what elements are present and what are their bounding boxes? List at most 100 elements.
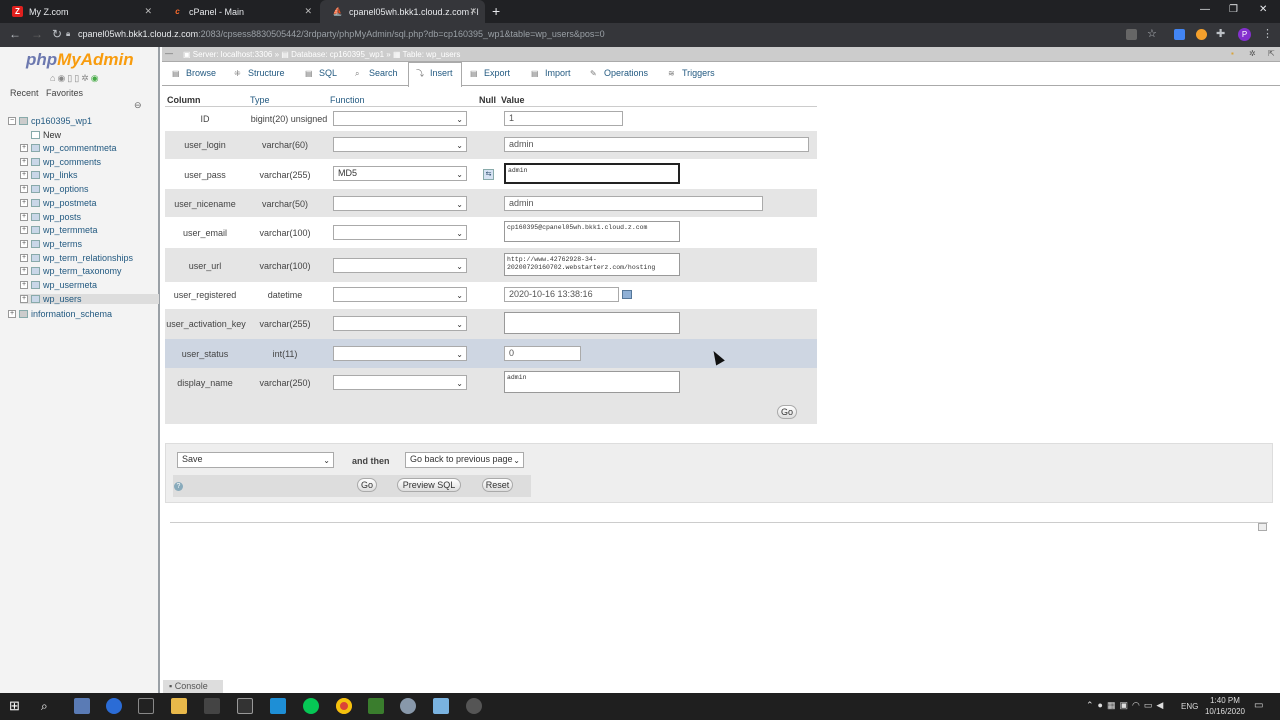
language-indicator[interactable]: ENG (1181, 702, 1198, 711)
expand-icon[interactable]: + (20, 185, 28, 194)
function-select[interactable]: ⌄ (333, 316, 467, 331)
system-tray[interactable]: ⌃●▦▣◠▭◀ (1086, 700, 1167, 711)
minimize-icon[interactable]: — (1200, 4, 1210, 15)
after-insert-select[interactable]: Go back to previous page ⌄ (405, 452, 524, 468)
function-select[interactable]: MD5 ⌄ (333, 166, 467, 181)
taskbar-screen-icon[interactable] (237, 698, 253, 714)
tab-triggers[interactable]: ≋ Triggers (668, 68, 715, 78)
function-select[interactable]: ⌄ (333, 225, 467, 240)
calendar-icon[interactable] (622, 290, 632, 299)
save-action-select[interactable]: Save ⌄ (177, 452, 334, 468)
sidebar-item-wp-posts[interactable]: + wp_posts (20, 212, 81, 222)
new-tab-icon[interactable]: + (492, 3, 500, 19)
value-input[interactable]: 0 (504, 346, 581, 361)
browser-tab-myz[interactable]: Z My Z.com ✕ (0, 0, 160, 23)
sidebar-item-wp-term-relationships[interactable]: + wp_term_relationships (20, 253, 133, 263)
taskbar-app-icon[interactable] (74, 698, 90, 714)
sidebar-item-wp-term-taxonomy[interactable]: + wp_term_taxonomy (20, 266, 122, 276)
tray-chevron-icon[interactable]: ⌃ (1086, 700, 1098, 710)
value-input[interactable]: admin (504, 137, 809, 152)
expand-icon[interactable]: + (20, 239, 28, 248)
forward-icon[interactable]: → (31, 27, 43, 41)
sidebar-item-wp-terms[interactable]: + wp_terms (20, 239, 82, 249)
logout-icon[interactable]: ◉ (57, 73, 67, 83)
window-close-icon[interactable]: ✕ (1259, 4, 1267, 15)
sidebar-item-wp-users[interactable]: + wp_users (20, 293, 159, 304)
lock-page-icon[interactable]: ▪ (1231, 49, 1234, 58)
puzzle-icon[interactable]: ✚ (1216, 27, 1225, 40)
tab-search[interactable]: ⌕ Search (355, 68, 398, 78)
expand-icon[interactable]: + (20, 144, 28, 152)
tab-sql[interactable]: ▤ SQL (305, 68, 337, 78)
nav-quick-icons[interactable]: ⌂◉▯▯✲◉ (50, 73, 101, 84)
reload-icon[interactable]: ↻ (52, 27, 62, 41)
sidebar-item-wp-comments[interactable]: + wp_comments (20, 157, 101, 167)
info-schema-item[interactable]: + information_schema (8, 309, 112, 319)
expand-icon[interactable]: + (20, 253, 28, 262)
settings-icon[interactable]: ✲ (81, 73, 91, 83)
console-toggle[interactable]: ▪ Console (163, 680, 223, 693)
mic-icon[interactable]: ● (1098, 700, 1107, 710)
go-button[interactable]: Go (777, 405, 797, 419)
function-select[interactable]: ⌄ (333, 258, 467, 273)
sidebar-item-wp-usermeta[interactable]: + wp_usermeta (20, 280, 97, 290)
clock[interactable]: 1:40 PM 10/16/2020 (1203, 695, 1247, 717)
page-settings-icon[interactable] (1258, 523, 1267, 531)
maximize-icon[interactable]: ❐ (1229, 4, 1238, 15)
sidebar-item-wp-links[interactable]: + wp_links (20, 170, 78, 180)
expand-icon[interactable]: + (20, 198, 28, 207)
breadcrumb-table[interactable]: Table: wp_users (403, 50, 461, 59)
submit-go-button[interactable]: Go (357, 478, 377, 492)
search-icon[interactable]: ⌕ (41, 699, 48, 714)
taskbar-chrome-icon[interactable] (336, 698, 352, 714)
favorites-tab[interactable]: Favorites (46, 88, 83, 98)
function-select[interactable]: ⌄ (333, 287, 467, 302)
tab-browse[interactable]: ▤ Browse (172, 68, 216, 78)
translate-icon[interactable] (1126, 29, 1137, 40)
value-input[interactable]: 1 (504, 111, 623, 126)
function-select[interactable]: ⌄ (333, 111, 467, 126)
value-textarea[interactable]: admin (504, 371, 680, 393)
tab-export[interactable]: ▤ Export (470, 68, 510, 78)
link-icon[interactable]: ⊖ (134, 100, 142, 111)
taskbar-app6-icon[interactable] (466, 698, 482, 714)
expand-icon[interactable]: + (20, 294, 28, 303)
reset-button[interactable]: Reset (482, 478, 513, 492)
sidebar-item-wp-termmeta[interactable]: + wp_termmeta (20, 225, 98, 235)
notifications-icon[interactable]: ▭ (1254, 700, 1263, 711)
expand-icon[interactable]: + (20, 157, 28, 166)
collapse-arrows-icon[interactable]: ⇱ (1268, 49, 1275, 58)
function-select[interactable]: ⌄ (333, 346, 467, 361)
close-icon[interactable]: ✕ (304, 6, 312, 17)
tab-import[interactable]: ▤ Import (531, 68, 571, 78)
function-select[interactable]: ⌄ (333, 196, 467, 211)
volume-icon[interactable]: ◀ (1156, 700, 1167, 710)
preview-sql-button[interactable]: Preview SQL (397, 478, 461, 492)
value-textarea[interactable]: admin (504, 163, 680, 184)
tray-app2-icon[interactable]: ▣ (1120, 700, 1133, 710)
sidebar-item-wp-options[interactable]: + wp_options (20, 184, 89, 194)
sidebar-item-wp-commentmeta[interactable]: + wp_commentmeta (20, 143, 117, 153)
profile-avatar[interactable]: P (1238, 28, 1251, 41)
taskbar-edge-icon[interactable] (106, 698, 122, 714)
tab-operations[interactable]: ✎ Operations (590, 68, 648, 78)
battery-icon[interactable]: ▭ (1144, 700, 1157, 710)
taskbar-app2-icon[interactable] (270, 698, 286, 714)
value-input[interactable]: admin (504, 196, 763, 211)
db-item[interactable]: − cp160395_wp1 (8, 116, 92, 126)
breadcrumb-server[interactable]: Server: localhost:3306 (193, 50, 273, 59)
expand-icon[interactable]: + (20, 212, 28, 221)
function-select[interactable]: ⌄ (333, 137, 467, 152)
extension-icon[interactable] (1174, 29, 1185, 40)
expand-icon[interactable]: + (8, 310, 16, 318)
tab-structure[interactable]: ⁜ Structure (234, 68, 285, 78)
value-textarea[interactable]: cp160395@cpanel05wh.bkk1.cloud.z.com (504, 221, 680, 242)
taskbar-app3-icon[interactable] (368, 698, 384, 714)
value-textarea[interactable] (504, 312, 680, 334)
sidebar-item-wp-postmeta[interactable]: + wp_postmeta (20, 198, 97, 208)
browser-tab-phpmyadmin[interactable]: ⛵ cpanel05wh.bkk1.cloud.z.com / l ✕ (320, 0, 485, 23)
star-icon[interactable]: ☆ (1147, 27, 1157, 40)
header-type[interactable]: Type (250, 95, 270, 105)
phpmyadmin-logo[interactable]: phpMyAdmin (26, 50, 134, 70)
cookie-extension-icon[interactable] (1196, 29, 1207, 40)
